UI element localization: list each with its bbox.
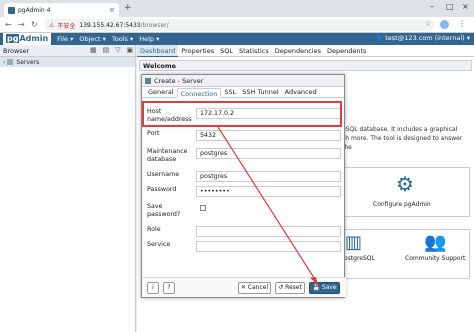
tab-connection[interactable]: Connection — [176, 88, 222, 98]
configure-pgadmin-card[interactable]: ⚙ Configure pgAdmin — [342, 167, 470, 217]
browser-menu-icon[interactable]: ⋮ — [458, 19, 466, 28]
tab-statistics[interactable]: Statistics — [236, 45, 272, 57]
forward-icon[interactable]: → — [18, 20, 25, 29]
back-icon[interactable]: ← — [5, 20, 12, 29]
host-highlight-annotation — [142, 101, 342, 127]
port-label: Port — [147, 130, 160, 137]
browser-tab[interactable]: pgAdmin 4 × — [4, 3, 119, 17]
role-label: Role — [147, 226, 161, 233]
dialog-tabs: General Connection SSL SSH Tunnel Advanc… — [142, 87, 344, 98]
tab-ssl[interactable]: SSL — [221, 87, 239, 97]
help-button[interactable]: ? — [163, 282, 175, 294]
save-button[interactable]: 💾 Save — [309, 282, 340, 294]
menu-file[interactable]: File ▾ — [57, 35, 73, 43]
pgadmin-favicon-icon — [8, 6, 15, 14]
close-tab-icon[interactable]: × — [109, 6, 115, 14]
username-label: Username — [147, 171, 180, 178]
server-group-icon — [7, 59, 14, 65]
tab-general[interactable]: General — [145, 87, 177, 97]
tab-advanced[interactable]: Advanced — [282, 87, 320, 97]
filter-icon[interactable]: ▽ — [115, 46, 120, 54]
tab-sql[interactable]: SQL — [217, 45, 236, 57]
username-input[interactable]: postgres — [196, 171, 341, 182]
query-tool-icon[interactable]: ▦ — [90, 46, 97, 54]
terminal-icon[interactable]: ▣ — [127, 46, 134, 54]
tab-dependencies[interactable]: Dependencies — [272, 45, 324, 57]
tree-item-servers[interactable]: › Servers — [0, 57, 135, 67]
intro-text: eSQL database. It includes a graphical c… — [342, 126, 463, 151]
main-tabbar: Dashboard Properties SQL Statistics Depe… — [137, 44, 474, 57]
user-menu[interactable]: 👤 test@123.com (internal) ▾ — [375, 34, 470, 42]
pgadmin-logo: pgAdmin — [3, 33, 52, 45]
not-secure-label: 不安全 — [57, 22, 76, 30]
save-password-checkbox[interactable] — [200, 205, 206, 211]
url-host: 139.155.42.67:5433 — [79, 21, 141, 29]
cancel-button[interactable]: ✕ Cancel — [238, 282, 271, 294]
minimize-icon[interactable]: – — [430, 2, 434, 11]
url-path: /browser/ — [140, 21, 169, 29]
browser-tabbar: pgAdmin 4 × + – □ × — [0, 0, 474, 17]
url-field[interactable]: ⚠ 不安全 139.155.42.67:5433 /browser/ — [44, 19, 434, 31]
dialog-title: Create - Server — [154, 76, 204, 85]
new-tab-icon[interactable]: + — [124, 3, 132, 13]
tab-dependents[interactable]: Dependents — [324, 45, 369, 57]
tab-properties[interactable]: Properties — [178, 45, 217, 57]
profile-avatar[interactable] — [440, 20, 449, 29]
save-password-label: Save password? — [147, 203, 181, 218]
gears-icon: ⚙ — [396, 172, 414, 196]
welcome-header: Welcome — [139, 60, 472, 71]
browser-panel-title: Browser — [3, 46, 30, 55]
dialog-titlebar[interactable]: Create - Server — [142, 75, 344, 87]
tab-dashboard[interactable]: Dashboard — [137, 44, 179, 57]
port-input[interactable]: 5432 — [196, 130, 341, 141]
book-icon: ▥ — [345, 232, 363, 253]
community-support-label[interactable]: Community Support — [405, 255, 465, 262]
bookmark-star-icon[interactable]: ☆ — [425, 20, 431, 28]
reset-button[interactable]: ↺ Reset — [275, 282, 305, 294]
browser-panel: Browser ▦ ▤ ▽ ▣ › Servers — [0, 45, 136, 332]
menu-help[interactable]: Help ▾ — [139, 35, 159, 43]
tab-title: pgAdmin 4 — [18, 6, 51, 14]
tab-ssh-tunnel[interactable]: SSH Tunnel — [239, 87, 281, 97]
password-label: Password — [147, 186, 177, 193]
maximize-icon[interactable]: □ — [446, 2, 454, 11]
card-label: Configure pgAdmin — [373, 201, 431, 208]
service-label: Service — [147, 241, 171, 248]
maintenance-db-input[interactable]: postgres — [196, 148, 341, 159]
address-toolbar: ← → ↻ ⚠ 不安全 139.155.42.67:5433 /browser/… — [0, 17, 474, 33]
tree-item-label: Servers — [16, 58, 40, 66]
server-icon — [145, 77, 151, 84]
postgresql-docs-label[interactable]: ostgreSQL — [344, 255, 375, 262]
reload-icon[interactable]: ↻ — [31, 20, 38, 29]
dialog-footer: i ? ✕ Cancel ↺ Reset 💾 Save — [142, 277, 346, 297]
chevron-right-icon[interactable]: › — [3, 59, 5, 66]
service-input[interactable] — [196, 241, 341, 252]
warning-icon: ⚠ — [49, 21, 55, 29]
password-input[interactable]: •••••••• — [196, 186, 341, 197]
community-icon: 👥 — [424, 232, 447, 253]
info-button[interactable]: i — [147, 282, 159, 294]
menu-tools[interactable]: Tools ▾ — [112, 35, 133, 43]
close-window-icon[interactable]: × — [462, 2, 469, 11]
pgadmin-navbar: pgAdmin File ▾ Object ▾ Tools ▾ Help ▾ 👤… — [0, 33, 474, 45]
menu-object[interactable]: Object ▾ — [79, 35, 106, 43]
table-icon[interactable]: ▤ — [103, 46, 110, 54]
links-card: ▥ ostgreSQL 👥 Community Support — [337, 229, 470, 279]
browser-toolbar: ▦ ▤ ▽ ▣ — [90, 46, 133, 54]
maintenance-db-label: Maintenance database — [147, 148, 188, 163]
role-input[interactable] — [196, 226, 341, 237]
